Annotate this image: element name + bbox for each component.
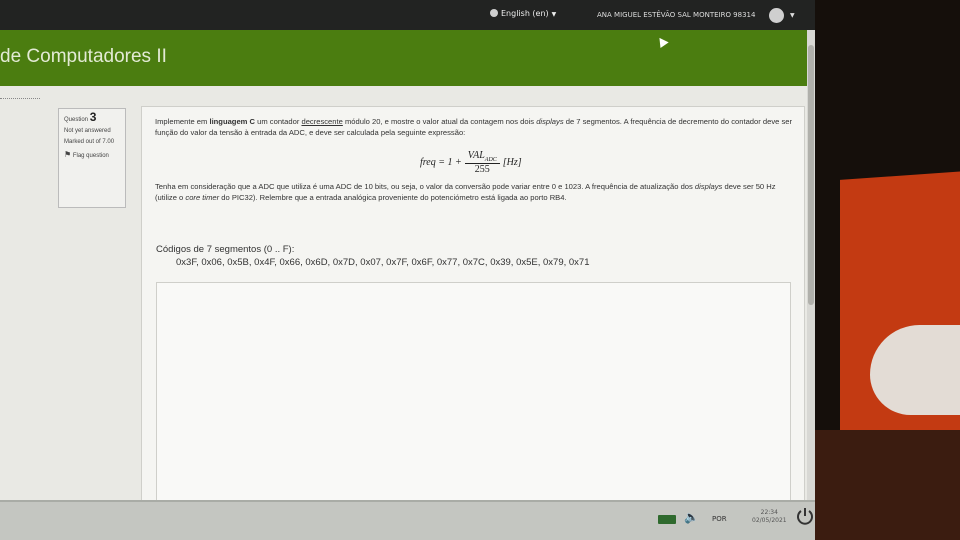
text-italic: displays — [694, 182, 723, 191]
language-menu[interactable]: English (en) ▼ — [490, 9, 556, 18]
desk-shadow — [815, 430, 960, 540]
question-marks: Marked out of 7.00 — [64, 139, 115, 145]
course-title[interactable]: de Computadores II — [0, 46, 167, 68]
mouse-cursor-icon — [655, 34, 669, 49]
flag-icon: ⚑ — [64, 150, 72, 159]
laptop-screen: English (en) ▼ ANA MIGUEL ESTÊVÃO SAL MON… — [0, 0, 815, 540]
speaker-icon[interactable]: 🔈 — [684, 510, 699, 524]
question-info-panel: Question 3 Not yet answered Marked out o… — [58, 108, 126, 208]
question-number: 3 — [89, 110, 97, 124]
text-span: Implemente em — [155, 117, 210, 126]
question-paragraph-1: Implemente em linguagem C um contador de… — [155, 116, 795, 138]
background-desk-photo — [815, 0, 960, 540]
power-icon[interactable] — [795, 506, 815, 526]
text-span: do PIC32). Relembre que a entrada analóg… — [219, 193, 567, 202]
page-scrollbar-thumb[interactable] — [808, 45, 814, 305]
formula-subscript: ADC — [484, 157, 497, 163]
question-paragraph-2: Tenha em consideração que a ADC que util… — [155, 181, 795, 203]
user-menu[interactable]: ANA MIGUEL ESTÊVÃO SAL MONTEIRO 98314 — [597, 11, 755, 19]
chevron-down-icon: ▼ — [551, 11, 557, 18]
clock-time: 22:34 — [760, 509, 778, 516]
battery-icon[interactable] — [658, 515, 676, 524]
formula-numerator: VALADC — [464, 150, 500, 164]
keyboard-layout[interactable]: POR — [712, 515, 727, 523]
language-label: English (en) — [501, 9, 549, 18]
formula-num-text: VAL — [467, 150, 485, 161]
taskbar-clock[interactable]: 22:34 02/05/2021 — [752, 509, 787, 525]
text-span: Tenha em consideração que a ADC que util… — [155, 182, 695, 191]
flag-question-label: Flag question — [72, 153, 109, 159]
question-label: Question — [64, 117, 89, 123]
question-status: Not yet answered — [64, 128, 111, 134]
formula-fraction: VALADC 255 — [464, 150, 500, 175]
text-bold: linguagem C — [209, 117, 256, 126]
answer-textarea[interactable] — [156, 282, 791, 502]
chevron-down-icon[interactable]: ▼ — [790, 12, 795, 19]
top-navbar: English (en) ▼ ANA MIGUEL ESTÊVÃO SAL MON… — [0, 0, 815, 30]
segment-codes: 0x3F, 0x06, 0x5B, 0x4F, 0x66, 0x6D, 0x7D… — [176, 257, 590, 268]
text-italic: core timer — [185, 193, 220, 202]
user-avatar-icon[interactable] — [769, 8, 784, 23]
text-italic: displays — [536, 117, 564, 126]
divider — [0, 98, 40, 99]
segment-codes-label: Códigos de 7 segmentos (0 .. F): — [156, 244, 295, 255]
formula-lhs: freq = 1 + — [420, 156, 462, 168]
formula-unit: [Hz] — [502, 156, 522, 168]
text-span: um contador — [255, 117, 302, 126]
flag-question-button[interactable]: ⚑ Flag question — [64, 151, 120, 160]
frequency-formula: freq = 1 + VALADC 255 [Hz] — [420, 150, 522, 175]
text-span: módulo 20, e mostre o valor atual da con… — [342, 117, 537, 126]
globe-icon — [490, 9, 498, 17]
formula-denominator: 255 — [474, 164, 490, 175]
text-underline: decrescente — [301, 117, 343, 126]
clock-date: 02/05/2021 — [752, 517, 787, 524]
computer-mouse — [870, 325, 960, 415]
course-header: de Computadores II — [0, 30, 815, 86]
